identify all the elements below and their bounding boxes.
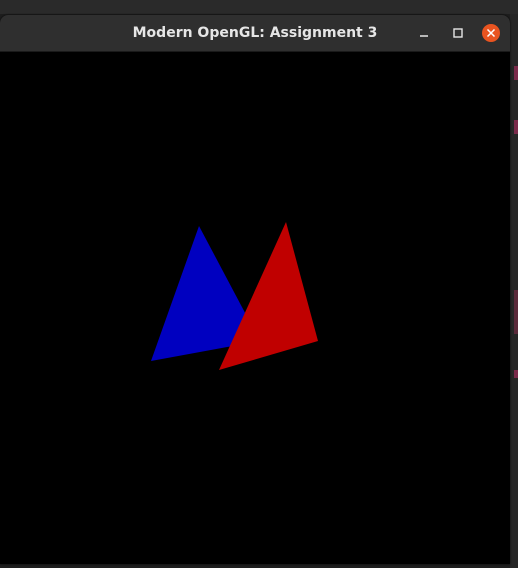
background-text-mark: [514, 290, 518, 334]
close-icon: [486, 28, 496, 38]
scene-svg: [151, 222, 318, 370]
background-text-mark: [514, 120, 518, 134]
window-title: Modern OpenGL: Assignment 3: [132, 25, 378, 41]
minimize-icon: [420, 35, 428, 37]
opengl-canvas[interactable]: [0, 52, 510, 564]
background-text-mark: [514, 370, 518, 378]
window-titlebar[interactable]: Modern OpenGL: Assignment 3: [0, 15, 510, 52]
top-panel: [0, 0, 518, 14]
minimize-button[interactable]: [415, 24, 433, 42]
close-button[interactable]: [482, 24, 500, 42]
background-text-mark: [514, 66, 518, 80]
maximize-button[interactable]: [449, 24, 467, 42]
opengl-window: Modern OpenGL: Assignment 3: [0, 15, 510, 564]
maximize-icon: [453, 28, 463, 38]
